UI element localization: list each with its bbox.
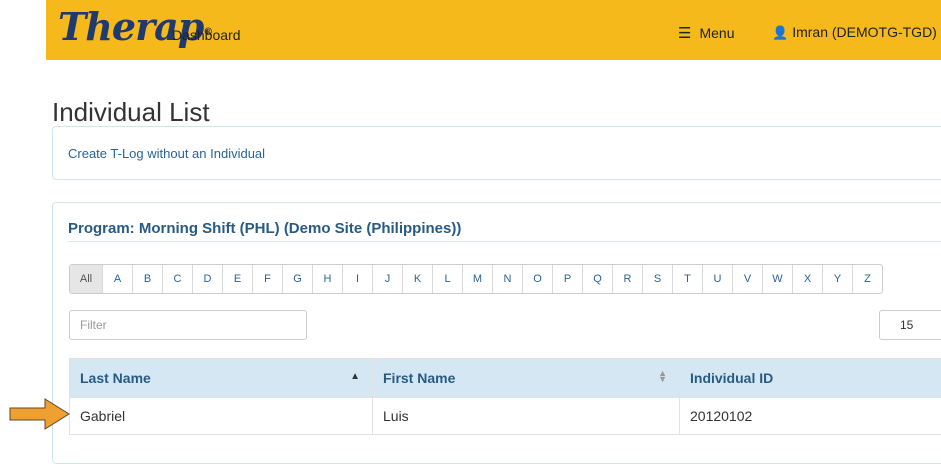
menu-label: Menu	[699, 25, 734, 41]
cell-individual-id: 20120102	[680, 398, 941, 435]
letter-filter-c[interactable]: C	[162, 265, 192, 293]
table-header-row: Last Name ▲ First Name ▲▼ Individual ID	[70, 359, 941, 398]
column-header-label: First Name	[383, 370, 455, 386]
hamburger-icon: ☰	[678, 25, 691, 42]
letter-filter-x[interactable]: X	[792, 265, 822, 293]
letter-filter-g[interactable]: G	[282, 265, 312, 293]
letter-filter-h[interactable]: H	[312, 265, 342, 293]
letter-filter-z[interactable]: Z	[852, 265, 882, 293]
letter-filter-e[interactable]: E	[222, 265, 252, 293]
letter-filter-o[interactable]: O	[522, 265, 552, 293]
pointer-arrow-icon	[9, 397, 71, 431]
letter-filter-v[interactable]: V	[732, 265, 762, 293]
top-navbar: Therap® Dashboard ☰Menu 👤Imran (DEMOTG-T…	[46, 0, 941, 60]
cell-last-name[interactable]: Gabriel	[70, 398, 373, 435]
letter-filter-r[interactable]: R	[612, 265, 642, 293]
individual-table: Last Name ▲ First Name ▲▼ Individual ID …	[69, 358, 941, 435]
sort-icon: ▲▼	[658, 370, 667, 382]
letter-filter-a[interactable]: A	[102, 265, 132, 293]
letter-filter-m[interactable]: M	[462, 265, 492, 293]
letter-filter-d[interactable]: D	[192, 265, 222, 293]
user-icon: 👤	[772, 25, 788, 40]
user-label: Imran (DEMOTG-TGD)	[792, 24, 937, 40]
letter-filter-w[interactable]: W	[762, 265, 792, 293]
column-header-individual-id[interactable]: Individual ID	[680, 359, 941, 398]
program-panel: Program: Morning Shift (PHL) (Demo Site …	[52, 202, 941, 464]
letter-filter-j[interactable]: J	[372, 265, 402, 293]
cell-first-name: Luis	[373, 398, 680, 435]
letter-filter-u[interactable]: U	[702, 265, 732, 293]
user-menu-button[interactable]: 👤 Imran (DEMOTG-TGD)	[772, 24, 937, 41]
table-row[interactable]: Gabriel Luis 20120102	[70, 398, 941, 435]
filter-input[interactable]	[69, 310, 307, 340]
letter-filter-p[interactable]: P	[552, 265, 582, 293]
program-title: Program: Morning Shift (PHL) (Demo Site …	[68, 220, 461, 237]
nav-dashboard-link[interactable]: Dashboard	[172, 27, 241, 43]
letter-filter-l[interactable]: L	[432, 265, 462, 293]
column-header-label: Individual ID	[690, 370, 773, 386]
letter-filter-b[interactable]: B	[132, 265, 162, 293]
letter-filter-n[interactable]: N	[492, 265, 522, 293]
page-title: Individual List	[52, 97, 210, 128]
column-header-label: Last Name	[80, 370, 151, 386]
letter-filter-t[interactable]: T	[672, 265, 702, 293]
letter-filter-f[interactable]: F	[252, 265, 282, 293]
program-title-divider	[67, 241, 941, 242]
column-header-first-name[interactable]: First Name ▲▼	[373, 359, 680, 398]
letter-filter-all[interactable]: All	[70, 265, 102, 293]
letter-filter-y[interactable]: Y	[822, 265, 852, 293]
create-tlog-panel: Create T-Log without an Individual	[52, 126, 941, 180]
letter-filter-k[interactable]: K	[402, 265, 432, 293]
create-tlog-link[interactable]: Create T-Log without an Individual	[68, 146, 265, 161]
page-size-select[interactable]: 15	[879, 310, 941, 340]
sort-asc-icon: ▲	[350, 371, 360, 382]
column-header-last-name[interactable]: Last Name ▲	[70, 359, 373, 398]
alphabet-filter: AllABCDEFGHIJKLMNOPQRSTUVWXYZ	[69, 264, 883, 294]
letter-filter-i[interactable]: I	[342, 265, 372, 293]
menu-button[interactable]: ☰ Menu	[678, 24, 734, 42]
letter-filter-s[interactable]: S	[642, 265, 672, 293]
letter-filter-q[interactable]: Q	[582, 265, 612, 293]
